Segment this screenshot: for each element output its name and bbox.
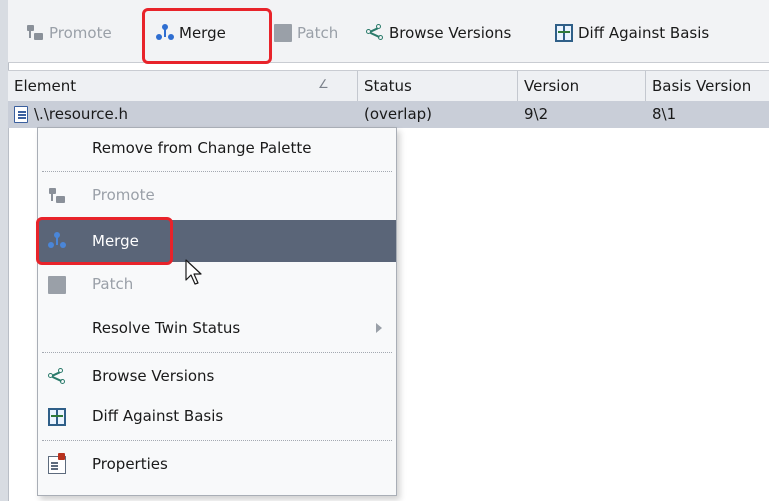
patch-toolbar-label: Patch bbox=[297, 24, 339, 42]
diff-against-basis-icon bbox=[555, 24, 573, 42]
menu-item-diff-against-basis[interactable]: Diff Against Basis bbox=[38, 396, 396, 436]
cell-status: (overlap) bbox=[364, 105, 433, 123]
cell-basis-version: 8\1 bbox=[652, 105, 677, 123]
menu-item-remove-from-change-palette[interactable]: Remove from Change Palette bbox=[38, 128, 396, 168]
patch-toolbar-button[interactable]: Patch bbox=[274, 20, 338, 46]
cell-version: 9\2 bbox=[524, 105, 549, 123]
context-menu: Remove from Change Palette Promote Merge… bbox=[37, 127, 397, 496]
menu-item-label: Browse Versions bbox=[92, 367, 215, 385]
merge-toolbar-highlight bbox=[142, 8, 272, 64]
menu-item-label: Resolve Twin Status bbox=[92, 319, 241, 337]
patch-icon bbox=[274, 24, 292, 42]
promote-toolbar-label: Promote bbox=[49, 24, 112, 42]
patch-icon bbox=[48, 276, 66, 294]
browse-versions-icon bbox=[366, 24, 384, 42]
menu-item-patch[interactable]: Patch bbox=[38, 264, 396, 304]
column-header-element[interactable]: Element bbox=[8, 71, 358, 101]
column-header-status[interactable]: Status bbox=[358, 71, 518, 101]
promote-icon bbox=[48, 187, 66, 205]
sort-indicator-icon: ∠ bbox=[318, 77, 329, 91]
cell-element: \.\resource.h bbox=[8, 101, 358, 128]
cell-element-text: \.\resource.h bbox=[34, 105, 129, 123]
browse-versions-icon bbox=[48, 368, 66, 386]
browse-versions-toolbar-label: Browse Versions bbox=[389, 24, 512, 42]
table-header: Element ∠ Status Version Basis Version bbox=[8, 70, 769, 102]
menu-item-label: Properties bbox=[92, 455, 168, 473]
promote-toolbar-button[interactable]: Promote bbox=[26, 20, 112, 46]
menu-item-browse-versions[interactable]: Browse Versions bbox=[38, 356, 396, 396]
menu-item-label: Promote bbox=[92, 186, 155, 204]
menu-item-resolve-twin-status[interactable]: Resolve Twin Status bbox=[38, 308, 396, 348]
merge-menu-highlight bbox=[36, 217, 173, 265]
menu-separator bbox=[42, 440, 392, 441]
submenu-arrow-icon bbox=[376, 323, 382, 333]
file-icon bbox=[14, 106, 28, 123]
properties-icon bbox=[48, 453, 66, 474]
column-header-basis-version[interactable]: Basis Version bbox=[646, 71, 769, 101]
mouse-cursor-icon bbox=[185, 259, 202, 285]
menu-separator bbox=[42, 352, 392, 353]
diff-against-basis-toolbar-label: Diff Against Basis bbox=[578, 24, 710, 42]
diff-against-basis-toolbar-button[interactable]: Diff Against Basis bbox=[555, 20, 709, 46]
toolbar: Promote Merge Patch Browse Versions Diff… bbox=[8, 0, 769, 63]
menu-separator bbox=[42, 171, 392, 172]
browse-versions-toolbar-button[interactable]: Browse Versions bbox=[366, 20, 511, 46]
menu-item-properties[interactable]: Properties bbox=[38, 444, 396, 484]
menu-item-label: Patch bbox=[92, 275, 134, 293]
menu-item-label: Diff Against Basis bbox=[92, 407, 224, 425]
promote-icon bbox=[26, 24, 44, 42]
menu-item-label: Remove from Change Palette bbox=[92, 139, 312, 157]
menu-item-promote[interactable]: Promote bbox=[38, 175, 396, 215]
table-row[interactable]: \.\resource.h (overlap) 9\2 8\1 bbox=[8, 101, 769, 128]
column-header-version[interactable]: Version bbox=[518, 71, 646, 101]
diff-against-basis-icon bbox=[48, 408, 66, 426]
